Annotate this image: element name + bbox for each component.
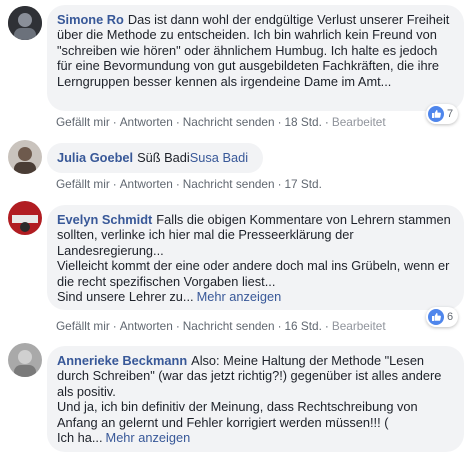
reaction-count[interactable]: 6	[426, 307, 459, 327]
reply-button[interactable]: Antworten	[120, 115, 173, 129]
separator: ·	[112, 115, 117, 129]
tagged-user-link[interactable]: Susa Badi	[190, 150, 248, 165]
separator: ·	[112, 319, 117, 333]
comment-bubble: Simone Ro Das ist dann wohl der endgültig…	[47, 5, 464, 111]
avatar-photo-icon	[8, 6, 42, 40]
like-reaction-icon	[428, 309, 444, 325]
like-button[interactable]: Gefällt mir	[56, 115, 110, 129]
avatar-photo-icon	[8, 343, 42, 377]
separator: ·	[277, 177, 282, 191]
avatar[interactable]	[8, 6, 42, 40]
comment-author[interactable]: Evelyn Schmidt	[57, 212, 152, 227]
edited-label[interactable]: Bearbeitet	[332, 319, 386, 333]
comment-author[interactable]: Simone Ro	[57, 12, 124, 27]
show-more-link[interactable]: Mehr anzeigen	[197, 289, 282, 304]
reaction-number: 6	[447, 311, 454, 323]
show-more-link[interactable]: Mehr anzeigen	[106, 430, 191, 445]
avatar[interactable]	[8, 140, 42, 174]
separator: ·	[175, 177, 180, 191]
separator: ·	[175, 319, 180, 333]
reaction-number: 7	[447, 108, 454, 120]
like-button[interactable]: Gefällt mir	[56, 177, 110, 191]
separator: ·	[175, 115, 180, 129]
reply-button[interactable]: Antworten	[120, 319, 173, 333]
separator: ·	[324, 319, 329, 333]
reply-button[interactable]: Antworten	[120, 177, 173, 191]
send-message-button[interactable]: Nachricht senden	[183, 177, 275, 191]
comment-actions: Gefällt mir · Antworten · Nachricht senden · 1…	[56, 177, 322, 191]
comment-actions: Gefällt mir · Antworten · Nachricht senden · 1…	[56, 319, 386, 333]
comment-bubble: Annerieke Beckmann Also: Meine Haltung de…	[47, 346, 464, 452]
avatar[interactable]	[8, 201, 42, 235]
timestamp[interactable]: 17 Std.	[285, 177, 322, 191]
comment-author[interactable]: Annerieke Beckmann	[57, 353, 187, 368]
comment-bubble: Julia Goebel Süß BadiSusa Badi	[47, 143, 263, 173]
like-button[interactable]: Gefällt mir	[56, 319, 110, 333]
avatar-photo-icon	[8, 140, 42, 174]
separator: ·	[277, 319, 282, 333]
like-reaction-icon	[428, 106, 444, 122]
comment-author[interactable]: Julia Goebel	[57, 150, 133, 165]
separator: ·	[324, 115, 329, 129]
comment-text: Süß Badi	[137, 150, 190, 165]
comment-bubble: Evelyn Schmidt Falls die obigen Kommentar…	[47, 205, 464, 310]
reaction-count[interactable]: 7	[426, 104, 459, 124]
send-message-button[interactable]: Nachricht senden	[183, 115, 275, 129]
edited-label[interactable]: Bearbeitet	[332, 115, 386, 129]
separator: ·	[112, 177, 117, 191]
timestamp[interactable]: 18 Std.	[285, 115, 322, 129]
comment-actions: Gefällt mir · Antworten · Nachricht senden · 1…	[56, 115, 386, 129]
avatar-photo-icon	[8, 201, 42, 235]
avatar[interactable]	[8, 343, 42, 377]
timestamp[interactable]: 16 Std.	[285, 319, 322, 333]
separator: ·	[277, 115, 282, 129]
send-message-button[interactable]: Nachricht senden	[183, 319, 275, 333]
